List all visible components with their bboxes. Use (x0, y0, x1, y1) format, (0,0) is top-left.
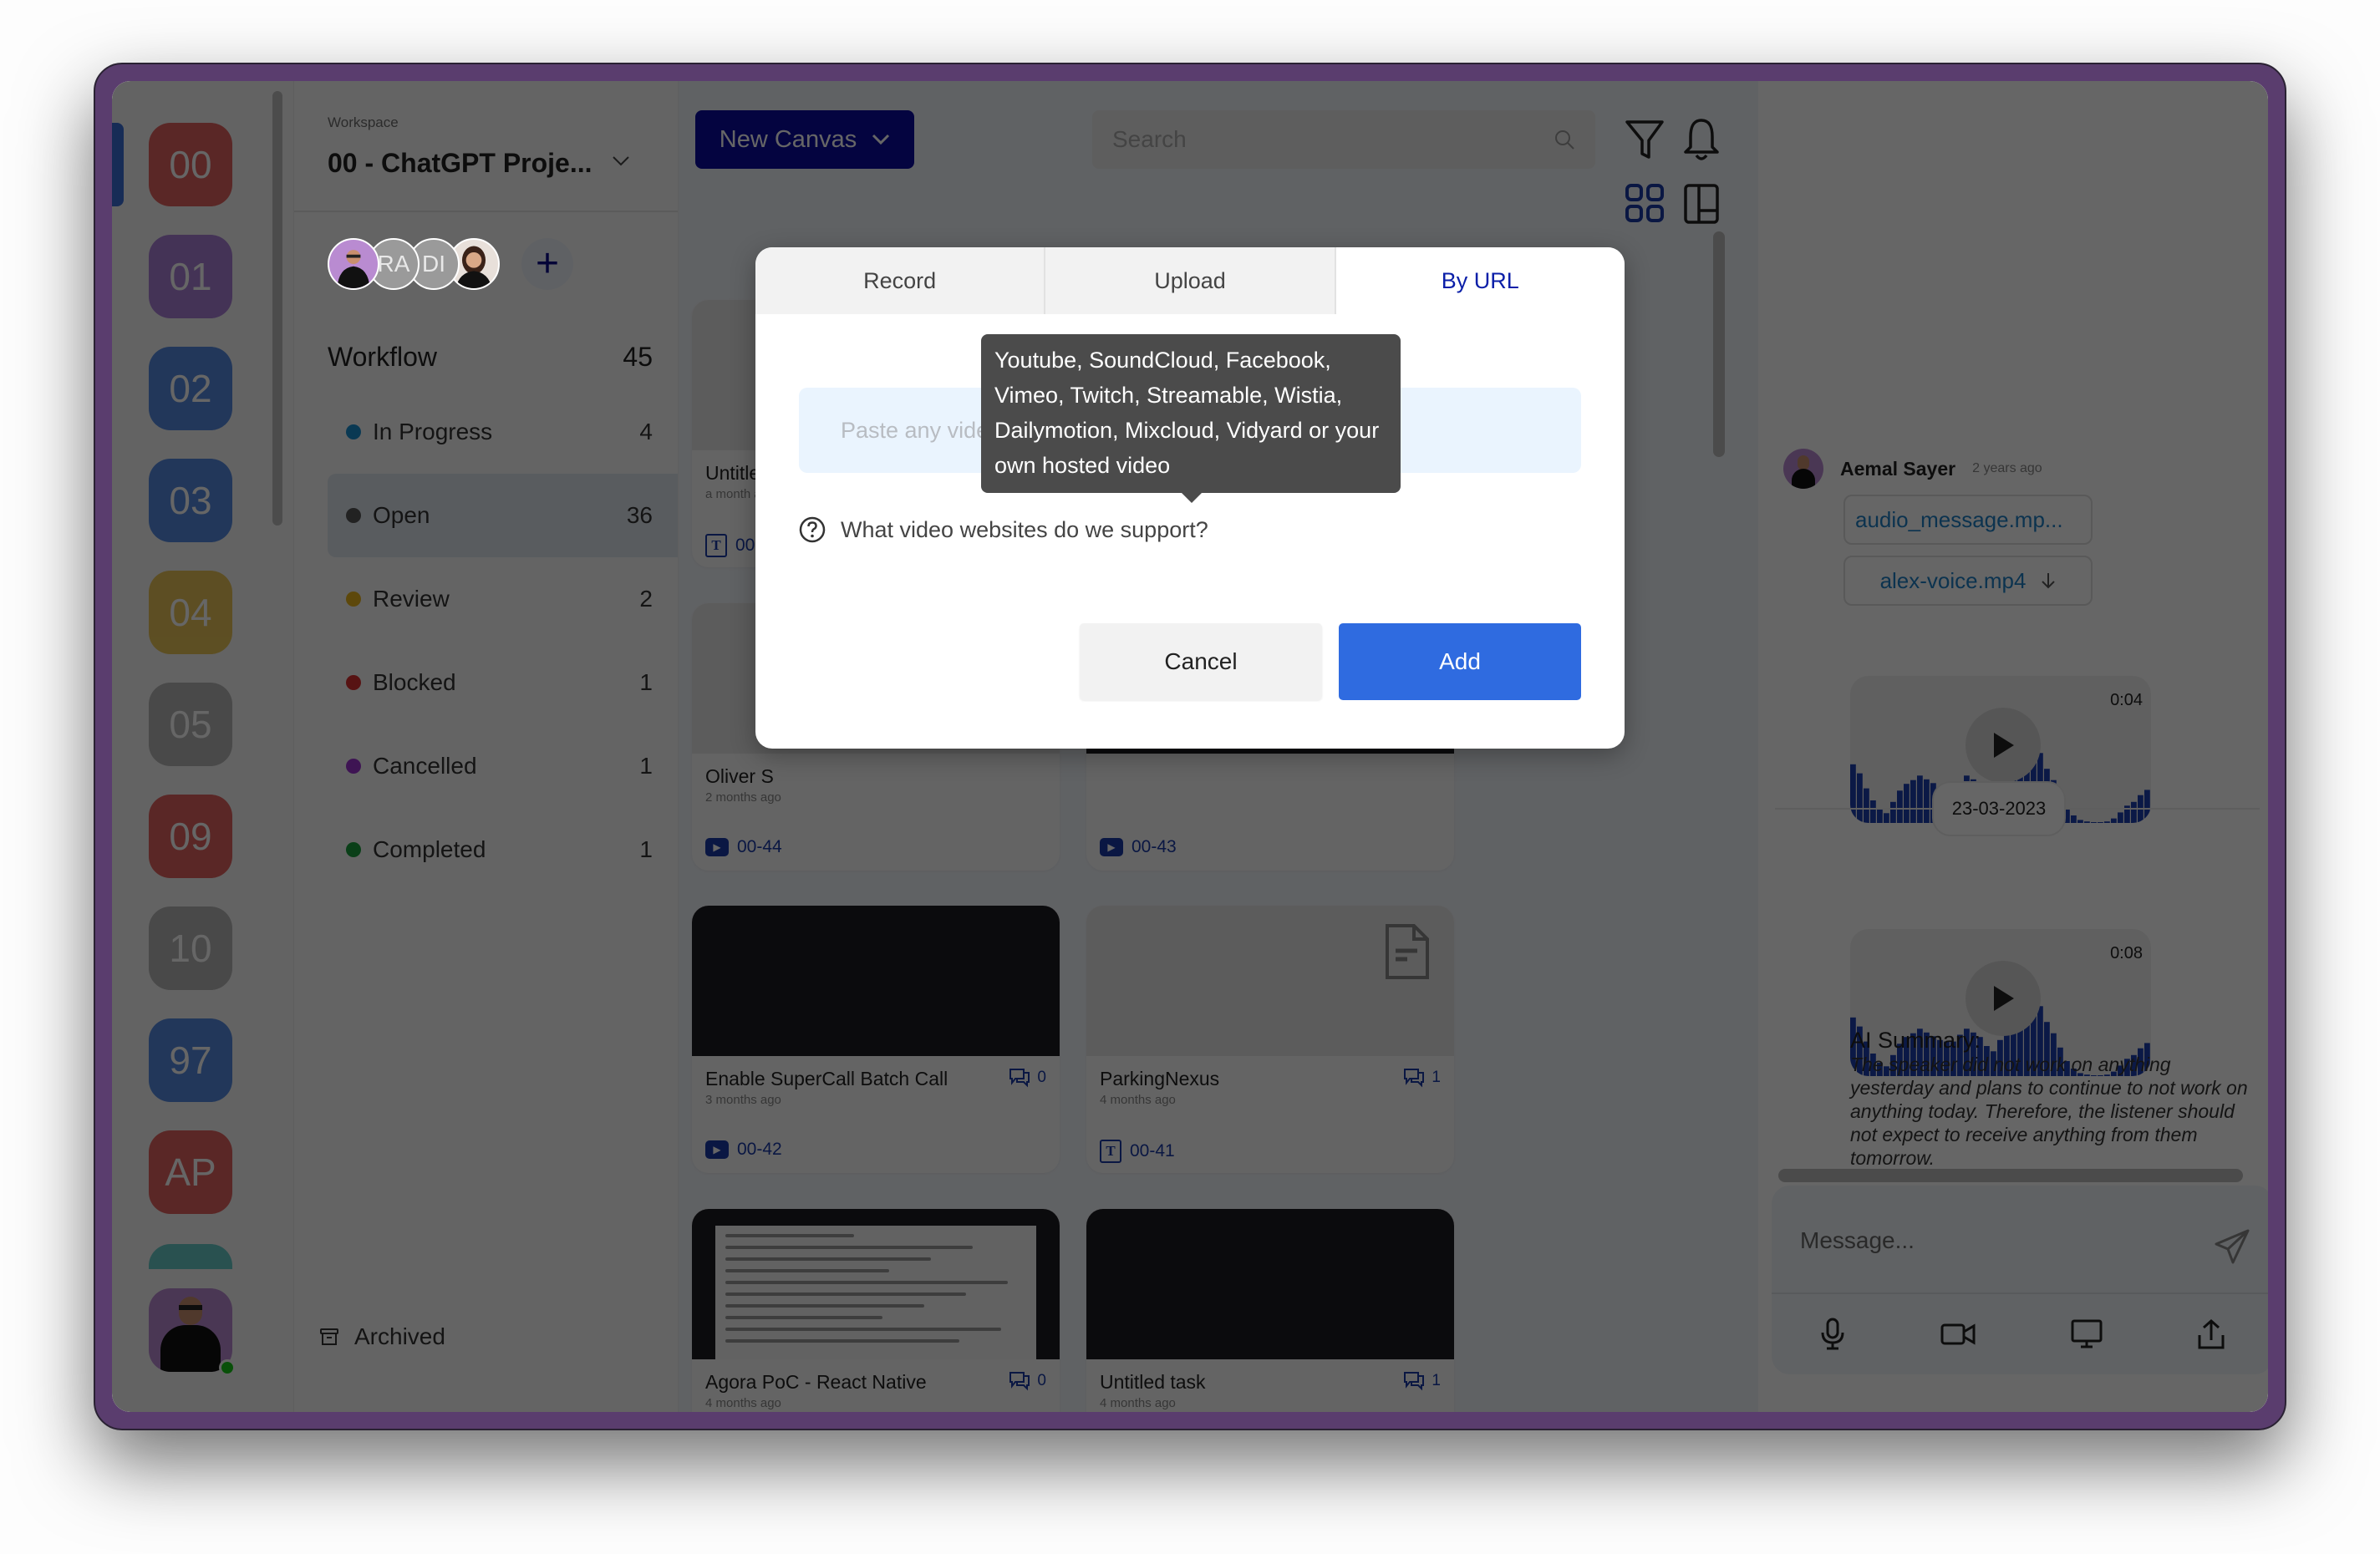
add-video-modal: Record Upload By URL Paste any video URL W… (755, 247, 1625, 749)
supported-sites-help[interactable]: What video websites do we support? (799, 516, 1208, 543)
page-background: 000102030405091097AP Workspace 00 - Chat… (0, 0, 2380, 1554)
tab-upload[interactable]: Upload (1045, 247, 1336, 314)
add-button[interactable]: Add (1339, 623, 1581, 700)
tab-by-url[interactable]: By URL (1335, 247, 1625, 314)
supported-sites-tooltip: Youtube, SoundCloud, Facebook, Vimeo, Tw… (981, 334, 1401, 503)
tab-record[interactable]: Record (755, 247, 1046, 314)
cancel-button[interactable]: Cancel (1080, 623, 1322, 700)
help-circle-icon (799, 516, 826, 543)
member-avatar[interactable] (328, 238, 379, 290)
modal-tabs: Record Upload By URL (755, 247, 1625, 314)
